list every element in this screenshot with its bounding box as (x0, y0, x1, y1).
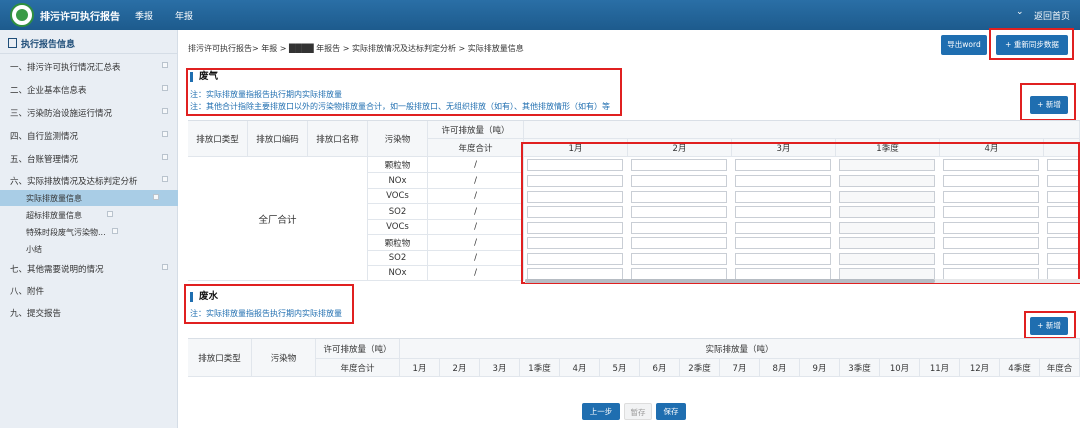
document-icon (8, 38, 17, 48)
gas-note-1: 注：实际排放量指报告执行期内实际排放量 (190, 90, 342, 99)
table-cell-annual: / (428, 189, 524, 204)
table-cell-pollutant: VOCs (368, 189, 428, 204)
col-period: 11月 (920, 359, 960, 377)
checkbox-icon (162, 131, 168, 137)
home-link[interactable]: 返回首页 (1034, 9, 1070, 22)
col-period: 2月 (440, 359, 480, 377)
export-word-button[interactable]: 导出word (941, 35, 987, 55)
col-actual-spacer (524, 121, 1080, 139)
sidebar-subitem-summary[interactable]: 小结 (26, 244, 42, 255)
checkbox-icon (162, 264, 168, 270)
col-period: 1月 (400, 359, 440, 377)
gas-section-title: 废气 (190, 72, 218, 82)
col-period: 10月 (880, 359, 920, 377)
checkbox-icon (162, 85, 168, 91)
table-cell-annual: / (428, 235, 524, 251)
checkbox-icon (162, 176, 168, 182)
nav-quarterly[interactable]: 季报 (135, 9, 153, 22)
col-outlet-name: 排放口名称 (308, 121, 368, 157)
checkbox-icon (112, 228, 118, 234)
checkbox-icon (162, 154, 168, 160)
sidebar-item-attachments[interactable]: 八、附件 (10, 285, 44, 297)
chevron-down-icon[interactable]: ⌄ (1016, 7, 1024, 17)
table-cell-annual: / (428, 220, 524, 235)
table-cell-annual: / (428, 251, 524, 266)
save-button[interactable]: 保存 (656, 403, 686, 420)
top-bar: 排污许可执行报告 季报 年报 ⌄ 返回首页 (0, 0, 1080, 30)
save-draft-button[interactable]: 暂存 (624, 403, 652, 420)
col-period: 4月 (560, 359, 600, 377)
table-cell-annual: / (428, 173, 524, 189)
col-actual: 实际排放量（吨） (400, 339, 1080, 359)
col-period: 2季度 (680, 359, 720, 377)
sidebar-item-summary[interactable]: 一、排污许可执行情况汇总表 (10, 61, 121, 73)
sidebar-item-monitoring[interactable]: 四、自行监测情况 (10, 130, 78, 142)
sidebar-item-ledger[interactable]: 五、台账管理情况 (10, 153, 78, 165)
sidebar-item-enterprise[interactable]: 二、企业基本信息表 (10, 84, 87, 96)
col-outlet-code: 排放口编码 (248, 121, 308, 157)
table-cell-pollutant: 颗粒物 (368, 157, 428, 173)
col-period: 1季度 (520, 359, 560, 377)
checkbox-icon (162, 108, 168, 114)
table-cell-pollutant: NOx (368, 266, 428, 281)
table-cell-annual: / (428, 266, 524, 281)
col-period: 3月 (480, 359, 520, 377)
sidebar-item-other[interactable]: 七、其他需要说明的情况 (10, 263, 104, 275)
table-cell-pollutant: SO2 (368, 251, 428, 266)
sidebar-subitem-excess[interactable]: 超标排放量信息 (26, 210, 82, 221)
col-outlet-type: 排放口类型 (188, 121, 248, 157)
logo-emblem-icon (10, 3, 34, 27)
gas-note-2: 注：其他合计指除主要排放口以外的污染物排放量合计，如一般排放口、无组织排放（如有… (190, 102, 610, 111)
highlight-box (989, 28, 1074, 60)
col-period: 7月 (720, 359, 760, 377)
water-note: 注：实际排放量指报告执行期内实际排放量 (190, 309, 342, 318)
col-period: 9月 (800, 359, 840, 377)
sidebar-item-facilities[interactable]: 三、污染防治设施运行情况 (10, 107, 112, 119)
col-pollutant: 污染物 (368, 121, 428, 157)
col-permit: 许可排放量（吨） (428, 121, 524, 139)
col-annual: 年度合计 (316, 359, 400, 377)
highlight-box (521, 142, 1080, 284)
sidebar-item-emissions[interactable]: 六、实际排放情况及达标判定分析 (10, 175, 138, 187)
checkbox-icon (153, 194, 159, 200)
breadcrumb: 排污许可执行报告> 年报 > ████ 年报告 > 实际排放情况及达标判定分析 … (188, 44, 524, 53)
col-period: 8月 (760, 359, 800, 377)
table-cell-pollutant: SO2 (368, 204, 428, 220)
col-period: 3季度 (840, 359, 880, 377)
col-period: 5月 (600, 359, 640, 377)
sidebar: 执行报告信息 一、排污许可执行情况汇总表 二、企业基本信息表 三、污染防治设施运… (0, 30, 178, 428)
sidebar-subitem-actual[interactable]: 实际排放量信息 (26, 193, 82, 204)
col-permit: 许可排放量（吨） (316, 339, 400, 359)
table-cell-annual: / (428, 157, 524, 173)
col-period: 12月 (960, 359, 1000, 377)
sidebar-header: 执行报告信息 (0, 30, 177, 54)
table-cell-pollutant: VOCs (368, 220, 428, 235)
water-section-title: 废水 (190, 292, 218, 302)
table-cell-pollutant: NOx (368, 173, 428, 189)
col-period: 4季度 (1000, 359, 1040, 377)
water-table: 排放口类型 污染物 许可排放量（吨） 年度合计 实际排放量（吨） 1月 2月 3月 1… (188, 338, 1080, 377)
sidebar-item-submit[interactable]: 九、提交报告 (10, 307, 61, 319)
col-annual: 年度合计 (428, 139, 524, 157)
col-outlet-type: 排放口类型 (188, 339, 252, 377)
sidebar-title: 执行报告信息 (21, 40, 76, 50)
col-pollutant: 污染物 (252, 339, 316, 377)
col-period: 年度合 (1040, 359, 1080, 377)
table-cell-annual: / (428, 204, 524, 220)
scrollbar-thumb[interactable] (525, 279, 935, 283)
horizontal-scrollbar[interactable] (525, 279, 1080, 283)
group-label-plant-total: 全厂合计 (188, 157, 368, 281)
table-cell-pollutant: 颗粒物 (368, 235, 428, 251)
checkbox-icon (107, 211, 113, 217)
previous-step-button[interactable]: 上一步 (582, 403, 620, 420)
highlight-box (1020, 83, 1076, 121)
sidebar-subitem-special[interactable]: 特殊时段废气污染物... (26, 227, 106, 238)
nav-annual[interactable]: 年报 (175, 9, 193, 22)
app-title: 排污许可执行报告 (40, 12, 120, 23)
col-period: 6月 (640, 359, 680, 377)
checkbox-icon (162, 62, 168, 68)
highlight-box (1024, 311, 1076, 339)
